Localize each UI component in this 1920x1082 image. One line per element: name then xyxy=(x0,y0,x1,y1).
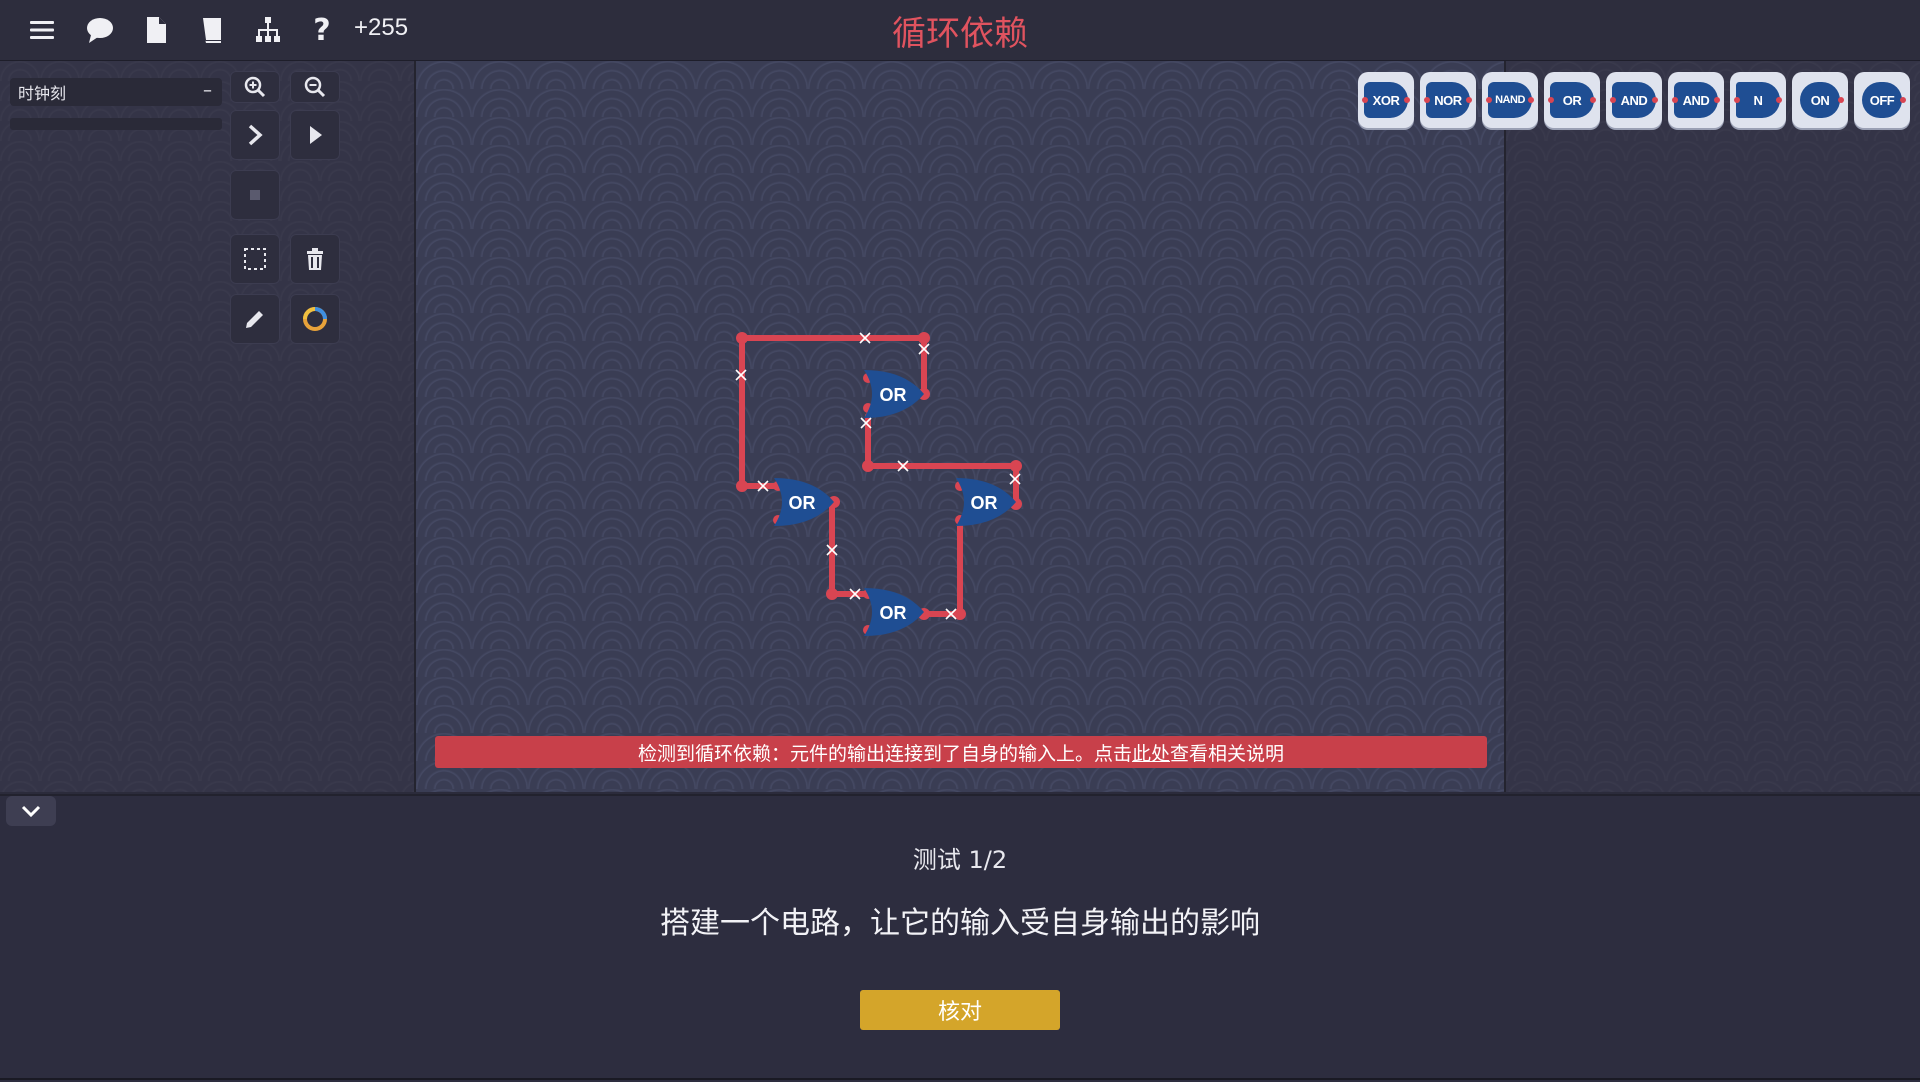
or-gate[interactable]: OR xyxy=(956,478,1016,526)
and-gate-icon: AND xyxy=(1674,82,1718,118)
or-gate-icon: OR xyxy=(1550,82,1594,118)
or-gate[interactable]: OR xyxy=(864,370,924,418)
component-palette: XOR NOR NAND OR AND AND N ON OFF xyxy=(1358,72,1910,128)
nor-gate-icon: NOR xyxy=(1426,82,1470,118)
xor-gate-icon: XOR xyxy=(1364,82,1408,118)
and-gate-icon: AND xyxy=(1612,82,1656,118)
wire xyxy=(919,519,963,617)
svg-text:OR: OR xyxy=(971,493,998,513)
svg-text:OR: OR xyxy=(880,385,907,405)
error-text: 检测到循环依赖：元件的输出连接到了自身的输入上。点击 xyxy=(637,742,1132,765)
chevron-down-icon xyxy=(21,805,41,817)
palette-and-2[interactable]: AND xyxy=(1668,72,1724,128)
wire xyxy=(739,335,779,489)
error-banner: 检测到循环依赖：元件的输出连接到了自身的输入上。点击 此处 查看相关说明 xyxy=(435,736,1487,768)
not-gate-icon: N xyxy=(1736,82,1780,118)
palette-xor[interactable]: XOR xyxy=(1358,72,1414,128)
palette-nand[interactable]: NAND xyxy=(1482,72,1538,128)
palette-nor[interactable]: NOR xyxy=(1420,72,1476,128)
check-button[interactable]: 核对 xyxy=(860,990,1060,1030)
svg-text:OR: OR xyxy=(789,493,816,513)
on-switch-icon: ON xyxy=(1800,82,1840,118)
error-text-tail: 查看相关说明 xyxy=(1170,742,1285,765)
wire xyxy=(829,499,867,597)
or-gate[interactable]: OR xyxy=(864,588,924,636)
svg-text:OR: OR xyxy=(880,603,907,623)
palette-or[interactable]: OR xyxy=(1544,72,1600,128)
test-progress-label: 测试 1/2 xyxy=(912,846,1008,874)
palette-and[interactable]: AND xyxy=(1606,72,1662,128)
off-switch-icon: OFF xyxy=(1862,82,1902,118)
palette-not[interactable]: N xyxy=(1730,72,1786,128)
error-help-link[interactable]: 此处 xyxy=(1132,739,1170,766)
palette-on[interactable]: ON xyxy=(1792,72,1848,128)
or-gate[interactable]: OR xyxy=(774,478,834,526)
task-description: 搭建一个电路，让它的输入受自身输出的影响 xyxy=(660,906,1260,941)
nand-gate-icon: NAND xyxy=(1488,82,1532,118)
collapse-panel-button[interactable] xyxy=(6,796,56,826)
palette-off[interactable]: OFF xyxy=(1854,72,1910,128)
